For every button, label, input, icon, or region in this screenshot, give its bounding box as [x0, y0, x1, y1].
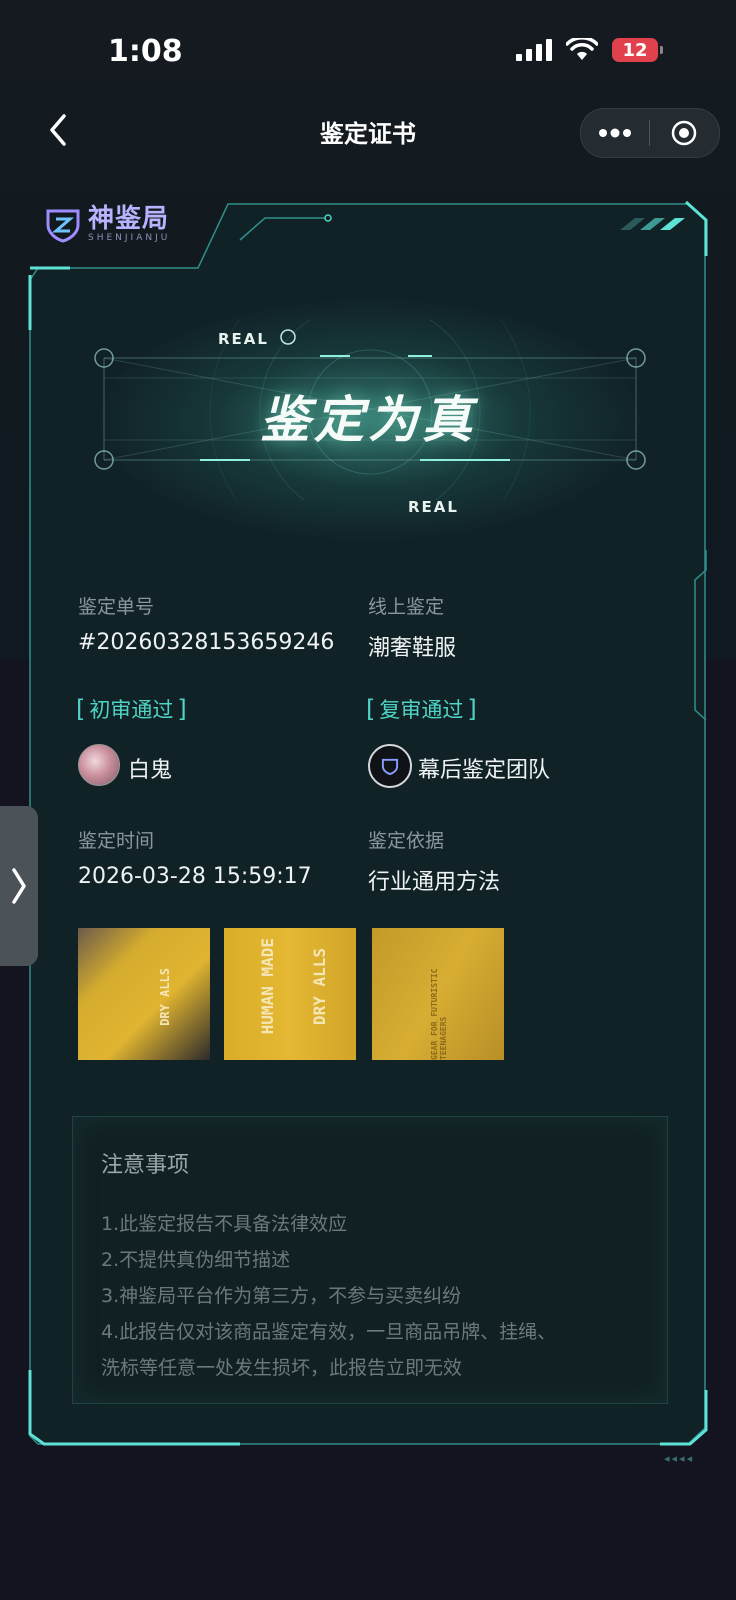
- more-button[interactable]: [581, 109, 649, 157]
- notice-item: 3.神鉴局平台作为第三方，不参与买卖纠纷: [101, 1285, 462, 1307]
- notice-item: 洗标等任意一处发生损坏，此报告立即无效: [101, 1357, 463, 1379]
- photo-3-text: GEAR FOR FUTURISTIC TEENAGERS: [430, 968, 448, 1060]
- notice-title: 注意事项: [101, 1153, 190, 1178]
- order-no-value: #20260328153659246: [78, 630, 335, 655]
- notice-panel: 注意事项 1.此鉴定报告不具备法律效应 2.不提供真伪细节描述 3.神鉴局平台作…: [72, 1116, 668, 1404]
- logo-subtitle: SHENJIANJU: [88, 233, 171, 243]
- mini-program-capsule: [580, 108, 720, 158]
- battery-indicator: 12: [612, 38, 663, 62]
- product-photo-2[interactable]: HUMAN MADE DRY ALLS: [224, 928, 356, 1060]
- notice-item: 2.不提供真伪细节描述: [101, 1249, 291, 1271]
- status-icons: 12: [516, 38, 663, 62]
- time-label: 鉴定时间: [78, 830, 155, 852]
- real-badge-top: REAL: [218, 330, 269, 348]
- first-review-tag: [初审通过]: [76, 695, 187, 723]
- photo-2-text-b: DRY ALLS: [310, 948, 329, 1026]
- first-reviewer-name: 白鬼: [128, 758, 173, 783]
- shield-logo-icon: [46, 209, 80, 243]
- basis-label: 鉴定依据: [368, 830, 445, 852]
- basis-value: 行业通用方法: [368, 870, 501, 895]
- category-label: 线上鉴定: [368, 596, 445, 618]
- first-review-text: 初审通过: [89, 698, 174, 722]
- second-review-text: 复审通过: [379, 698, 464, 722]
- order-no-label: 鉴定单号: [78, 596, 155, 618]
- notice-item: 1.此鉴定报告不具备法律效应: [101, 1213, 348, 1235]
- verdict-title: 鉴定为真: [260, 391, 476, 449]
- second-review-tag: [复审通过]: [366, 695, 477, 723]
- more-dots-icon: [599, 128, 631, 138]
- status-time: 1:08: [108, 34, 183, 69]
- product-photo-1[interactable]: DRY ALLS: [78, 928, 210, 1060]
- real-badge-bottom: REAL: [408, 498, 459, 516]
- shenjianju-logo: 神鉴局 SHENJIANJU: [44, 205, 170, 243]
- battery-level: 12: [622, 39, 648, 61]
- category-value: 潮奢鞋服: [368, 636, 457, 661]
- wifi-icon: [566, 38, 598, 60]
- reviewer-avatar: [78, 744, 120, 786]
- chevron-right-icon: [12, 868, 26, 904]
- photo-2-text-a: HUMAN MADE: [258, 938, 277, 1035]
- second-reviewer-name: 幕后鉴定团队: [418, 758, 551, 783]
- close-mini-program-button[interactable]: [650, 109, 718, 157]
- team-avatar: [368, 744, 412, 788]
- target-icon: [671, 120, 697, 146]
- time-value: 2026-03-28 15:59:17: [78, 864, 312, 889]
- logo-name: 神鉴局: [88, 204, 170, 234]
- side-expand-handle[interactable]: [0, 806, 38, 966]
- product-photo-3[interactable]: GEAR FOR FUTURISTIC TEENAGERS: [372, 928, 504, 1060]
- corner-arrows-decoration: ◂◂◂◂: [664, 1452, 695, 1465]
- notice-item: 4.此报告仅对该商品鉴定有效，一旦商品吊牌、挂绳、: [101, 1321, 557, 1343]
- shield-logo-icon: [381, 758, 399, 775]
- signal-icon: [516, 39, 552, 61]
- photo-1-text: DRY ALLS: [158, 968, 172, 1026]
